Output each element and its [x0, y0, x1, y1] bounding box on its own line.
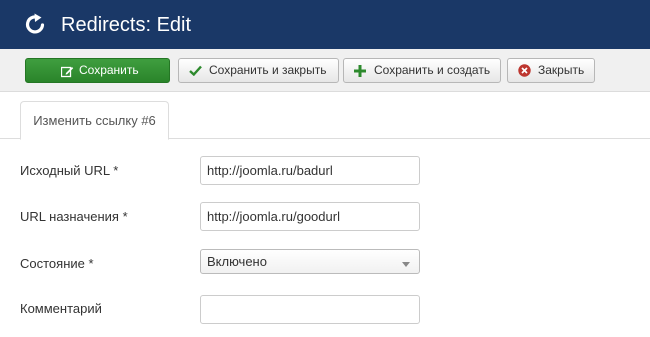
- chevron-down-icon: [402, 262, 410, 267]
- plus-icon: [353, 64, 367, 78]
- save-and-close-label: Сохранить и закрыть: [209, 63, 327, 77]
- tab-bar: Изменить ссылку #6: [0, 99, 650, 140]
- old-url-label: Исходный URL *: [20, 163, 119, 178]
- save-button-label: Сохранить: [79, 63, 139, 77]
- save-and-new-label: Сохранить и создать: [374, 63, 491, 77]
- comment-field[interactable]: [200, 295, 420, 324]
- state-label: Состояние *: [20, 256, 94, 271]
- page-title: Redirects: Edit: [61, 14, 192, 36]
- comment-label: Комментарий: [20, 301, 102, 316]
- header: Redirects: Edit: [0, 0, 650, 49]
- state-select[interactable]: Включено: [200, 249, 420, 274]
- new-url-field[interactable]: http://joomla.ru/goodurl: [200, 202, 420, 231]
- tab-edit-link[interactable]: Изменить ссылку #6: [20, 101, 169, 140]
- new-url-label: URL назначения *: [20, 209, 128, 224]
- save-and-close-button[interactable]: Сохранить и закрыть: [178, 58, 339, 83]
- save-button[interactable]: Сохранить: [25, 58, 170, 83]
- edit-icon: [60, 64, 74, 78]
- checkmark-icon: [188, 64, 202, 78]
- save-and-new-button[interactable]: Сохранить и создать: [343, 58, 501, 83]
- old-url-field[interactable]: http://joomla.ru/badurl: [200, 156, 420, 185]
- state-select-value: Включено: [207, 254, 267, 269]
- close-button[interactable]: Закрыть: [507, 58, 595, 83]
- close-icon: [517, 64, 531, 78]
- close-label: Закрыть: [538, 63, 585, 77]
- toolbar: Сохранить Сохранить и закрыть Сохранить …: [0, 49, 650, 92]
- redirect-arrow-icon: [25, 13, 45, 34]
